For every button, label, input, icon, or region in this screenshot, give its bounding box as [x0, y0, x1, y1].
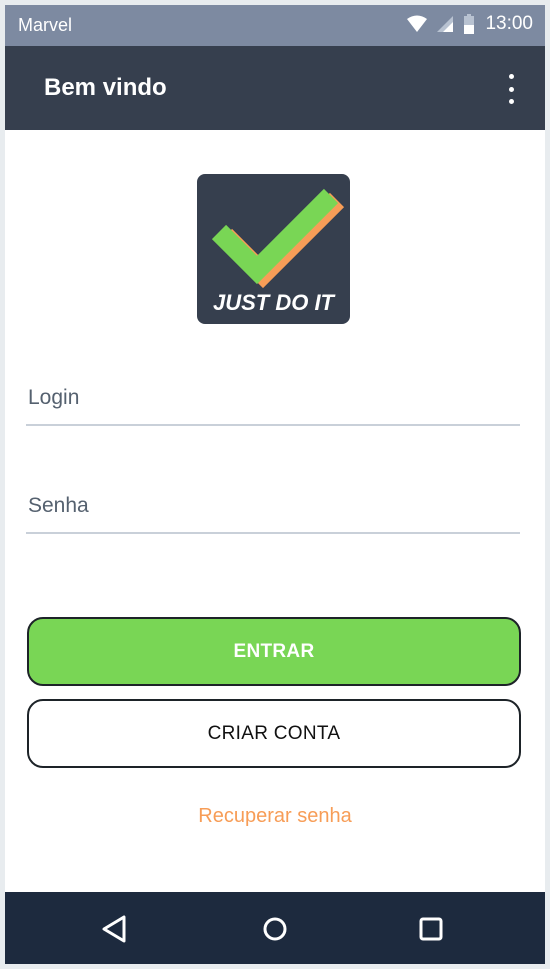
more-vert-icon[interactable] — [499, 74, 523, 104]
login-field — [26, 374, 520, 426]
password-field — [26, 482, 520, 534]
login-input[interactable] — [26, 374, 520, 422]
page-title: Bem vindo — [44, 74, 167, 101]
logo-text: JUST DO IT — [212, 290, 334, 315]
password-input[interactable] — [26, 482, 520, 530]
back-icon[interactable] — [98, 912, 132, 946]
signal-icon — [437, 16, 454, 32]
enter-button[interactable]: ENTRAR — [27, 617, 521, 686]
carrier-label: Marvel — [18, 15, 73, 35]
app-bar: Bem vindo — [5, 46, 545, 130]
app-logo: JUST DO IT — [197, 174, 350, 324]
status-icons: 13:00 — [407, 13, 533, 35]
recents-icon[interactable] — [414, 912, 448, 946]
create-account-button[interactable]: CRIAR CONTA — [27, 699, 521, 768]
status-bar: Marvel 13:00 — [5, 5, 545, 46]
navigation-bar — [5, 892, 545, 964]
recover-password-link[interactable]: Recuperar senha — [5, 805, 545, 828]
login-screen: JUST DO IT ENTRAR CRIAR CONTA Recuperar … — [5, 130, 545, 892]
home-icon[interactable] — [258, 912, 292, 946]
battery-icon — [464, 14, 475, 34]
clock-time: 13:00 — [485, 13, 533, 34]
wifi-icon — [407, 15, 428, 32]
